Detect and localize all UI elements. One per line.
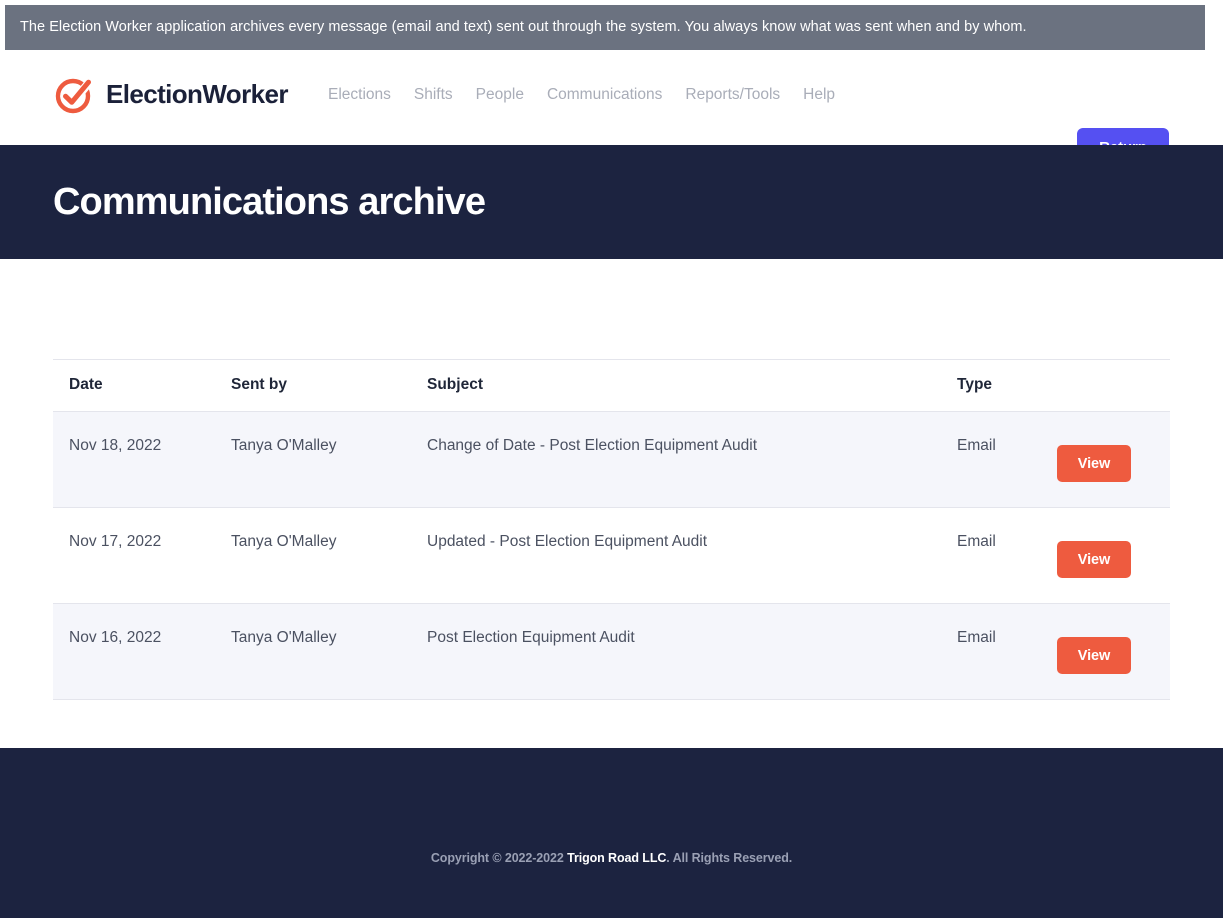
table-header-row: Date Sent by Subject Type [53,359,1170,412]
communications-archive-table: Date Sent by Subject Type Nov 18, 2022 T… [53,359,1170,700]
cell-subject: Post Election Equipment Audit [427,603,957,700]
site-header: ElectionWorker Elections Shifts People C… [0,50,1223,167]
info-banner-text: The Election Worker application archives… [20,18,1027,35]
table-body: Nov 18, 2022 Tanya O'Malley Change of Da… [53,411,1170,700]
column-header-type: Type [957,359,1057,412]
cell-type: Email [957,411,1057,508]
cell-date: Nov 16, 2022 [53,603,231,700]
view-button[interactable]: View [1057,541,1131,578]
cell-type: Email [957,507,1057,604]
nav-item-elections[interactable]: Elections [328,86,414,104]
cell-sent-by: Tanya O'Malley [231,603,427,700]
cell-subject: Change of Date - Post Election Equipment… [427,411,957,508]
brand-name: ElectionWorker [106,78,288,109]
column-header-date: Date [53,359,231,412]
nav-item-people[interactable]: People [476,86,547,104]
main-content: Date Sent by Subject Type Nov 18, 2022 T… [0,259,1223,748]
column-header-sent-by: Sent by [231,359,427,412]
cell-action: View [1057,507,1170,604]
table-header: Date Sent by Subject Type [53,359,1170,412]
nav-item-communications[interactable]: Communications [547,86,685,104]
cell-action: View [1057,411,1170,508]
cell-sent-by: Tanya O'Malley [231,507,427,604]
copyright-prefix: Copyright © 2022-2022 [430,851,568,865]
page-title: Communications archive [53,180,486,223]
info-banner: The Election Worker application archives… [5,5,1205,50]
footer-copyright: Copyright © 2022-2022 Trigon Road LLC. A… [0,851,1223,865]
main-navigation: Elections Shifts People Communications R… [328,86,858,104]
table-row: Nov 17, 2022 Tanya O'Malley Updated - Po… [53,507,1170,604]
page-root: The Election Worker application archives… [0,0,1223,918]
column-header-action [1057,359,1170,412]
cell-type: Email [957,603,1057,700]
cell-action: View [1057,603,1170,700]
copyright-suffix: . All Rights Reserved. [666,851,793,865]
nav-item-help[interactable]: Help [803,86,858,104]
table-row: Nov 16, 2022 Tanya O'Malley Post Electio… [53,603,1170,700]
page-hero: Communications archive [0,145,1223,259]
nav-item-shifts[interactable]: Shifts [414,86,476,104]
brand-logo[interactable]: ElectionWorker [53,72,288,116]
view-button[interactable]: View [1057,445,1131,482]
company-name: Trigon Road LLC [567,851,667,865]
cell-subject: Updated - Post Election Equipment Audit [427,507,957,604]
view-button[interactable]: View [1057,637,1131,674]
cell-sent-by: Tanya O'Malley [231,411,427,508]
cell-date: Nov 18, 2022 [53,411,231,508]
table-row: Nov 18, 2022 Tanya O'Malley Change of Da… [53,411,1170,508]
column-header-subject: Subject [427,359,957,412]
cell-date: Nov 17, 2022 [53,507,231,604]
nav-item-reports-tools[interactable]: Reports/Tools [685,86,803,104]
check-circle-icon [53,72,97,116]
site-footer: Copyright © 2022-2022 Trigon Road LLC. A… [0,748,1223,918]
